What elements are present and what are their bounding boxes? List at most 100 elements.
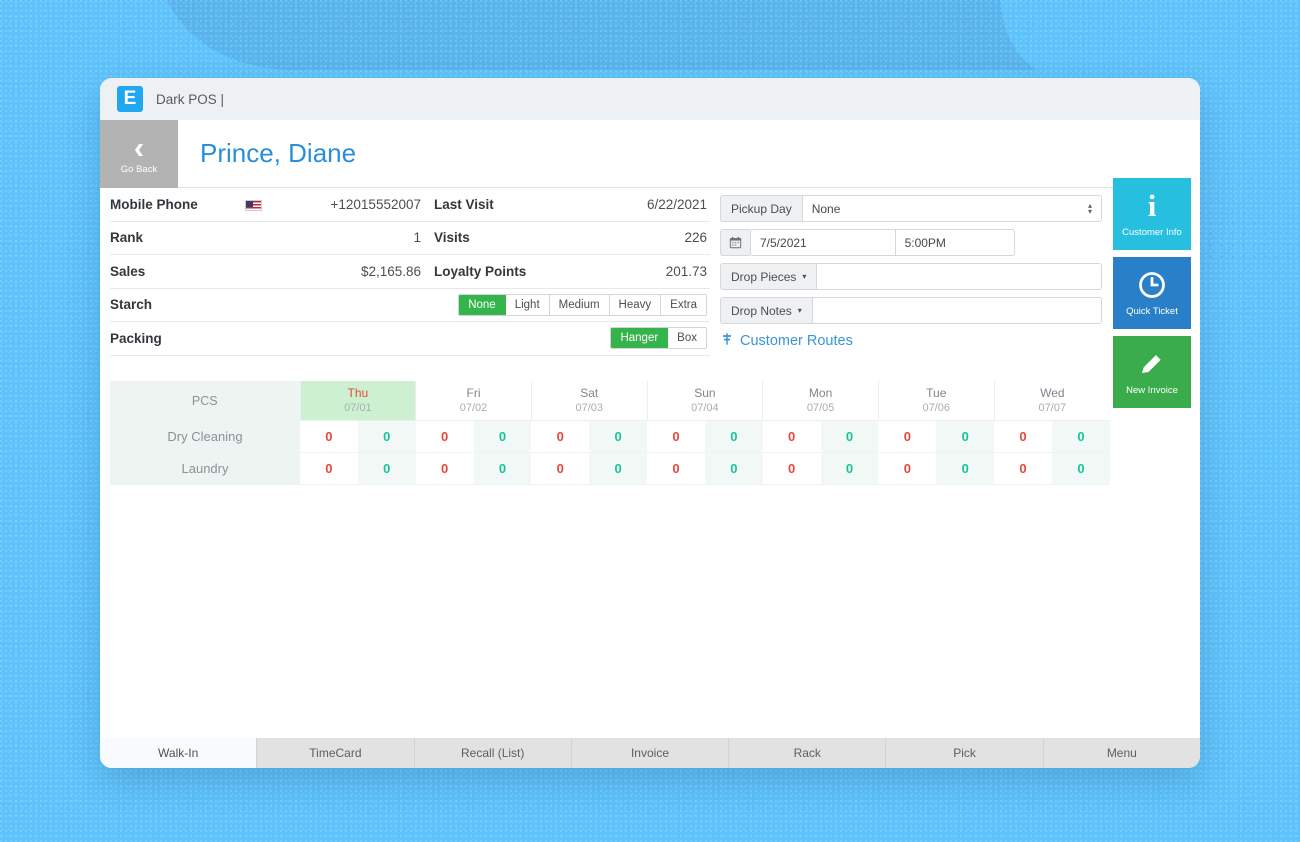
pickup-date-input[interactable]: 7/5/2021 — [750, 229, 895, 256]
laundry-sun-green[interactable]: 0 — [705, 453, 763, 485]
pcs-day-thu-dow: Thu — [301, 385, 416, 401]
starch-option-heavy[interactable]: Heavy — [610, 295, 662, 315]
dry-cleaning-tue-red[interactable]: 0 — [878, 421, 936, 453]
pcs-day-mon[interactable]: Mon 07/05 — [763, 381, 879, 421]
pcs-day-fri-dow: Fri — [416, 385, 531, 401]
drop-notes-dropdown[interactable]: Drop Notes ▾ — [720, 297, 812, 324]
laundry-wed-red[interactable]: 0 — [994, 453, 1052, 485]
clock-icon — [1137, 269, 1167, 301]
drop-pieces-input[interactable] — [816, 263, 1102, 290]
dry-cleaning-thu-red[interactable]: 0 — [300, 421, 358, 453]
packing-segmented-control: Hanger Box — [610, 327, 707, 349]
quick-ticket-button[interactable]: Quick Ticket — [1113, 257, 1191, 329]
label-packing: Packing — [110, 331, 240, 346]
pcs-day-tue-date: 07/06 — [879, 401, 994, 416]
dry-cleaning-wed-green[interactable]: 0 — [1052, 421, 1110, 453]
pcs-header-row: PCS Thu 07/01 Fri 07/02 Sat 07/03 Sun — [110, 381, 1110, 421]
starch-option-medium[interactable]: Medium — [550, 295, 610, 315]
customer-routes-label: Customer Routes — [740, 333, 853, 349]
action-rail: i Customer Info Quick Ticket — [1113, 178, 1191, 408]
value-last-visit: 6/22/2021 — [552, 197, 710, 212]
go-back-button[interactable]: ‹ Go Back — [100, 120, 178, 188]
new-invoice-button[interactable]: New Invoice — [1113, 336, 1191, 408]
pcs-day-sun[interactable]: Sun 07/04 — [647, 381, 763, 421]
laundry-tue-green[interactable]: 0 — [936, 453, 994, 485]
pickup-time-input[interactable]: 5:00PM — [895, 229, 1015, 256]
pcs-day-sat-dow: Sat — [532, 385, 647, 401]
dry-cleaning-fri-red[interactable]: 0 — [416, 421, 474, 453]
tab-timecard[interactable]: TimeCard — [257, 738, 414, 768]
laundry-thu-red[interactable]: 0 — [300, 453, 358, 485]
info-icon: i — [1148, 190, 1157, 222]
laundry-fri-red[interactable]: 0 — [416, 453, 474, 485]
new-invoice-label: New Invoice — [1126, 385, 1178, 396]
laundry-mon-green[interactable]: 0 — [821, 453, 879, 485]
laundry-sat-green[interactable]: 0 — [589, 453, 647, 485]
dry-cleaning-wed-red[interactable]: 0 — [994, 421, 1052, 453]
dry-cleaning-sun-green[interactable]: 0 — [705, 421, 763, 453]
table-row: Laundry 0 0 0 0 0 0 0 0 0 0 0 0 0 0 — [110, 453, 1110, 485]
dry-cleaning-tue-green[interactable]: 0 — [936, 421, 994, 453]
tab-invoice[interactable]: Invoice — [572, 738, 729, 768]
drop-notes-label: Drop Notes — [731, 304, 792, 318]
laundry-sat-red[interactable]: 0 — [531, 453, 589, 485]
pcs-day-sat[interactable]: Sat 07/03 — [531, 381, 647, 421]
pcs-row-label-laundry: Laundry — [110, 453, 300, 485]
drop-form: Pickup Day None ▴ ▾ — [710, 188, 1102, 356]
customer-routes-link[interactable]: Customer Routes — [720, 332, 1102, 349]
pcs-day-wed-date: 07/07 — [995, 401, 1110, 416]
go-back-label: Go Back — [121, 164, 157, 175]
pickup-day-value: None — [812, 202, 841, 216]
bottom-tab-bar: Walk-In TimeCard Recall (List) Invoice R… — [100, 738, 1200, 768]
dry-cleaning-sat-green[interactable]: 0 — [589, 421, 647, 453]
dry-cleaning-mon-red[interactable]: 0 — [763, 421, 821, 453]
laundry-sun-red[interactable]: 0 — [647, 453, 705, 485]
starch-option-extra[interactable]: Extra — [661, 295, 706, 315]
page-background: E Dark POS | i Customer Info — [0, 0, 1300, 842]
dry-cleaning-sat-red[interactable]: 0 — [531, 421, 589, 453]
drop-notes-input[interactable] — [812, 297, 1102, 324]
laundry-fri-green[interactable]: 0 — [474, 453, 532, 485]
value-visits: 226 — [552, 230, 710, 245]
customer-info-button[interactable]: i Customer Info — [1113, 178, 1191, 250]
drop-pieces-label: Drop Pieces — [731, 270, 796, 284]
content-area: Mobile Phone +12015552007 Last Visit 6/2… — [100, 188, 1200, 356]
pcs-day-tue[interactable]: Tue 07/06 — [878, 381, 994, 421]
customer-info-label: Customer Info — [1122, 227, 1182, 238]
drop-pieces-dropdown[interactable]: Drop Pieces ▾ — [720, 263, 816, 290]
value-mobile-phone: +12015552007 — [266, 197, 432, 212]
pcs-day-sat-date: 07/03 — [532, 401, 647, 416]
pcs-day-fri[interactable]: Fri 07/02 — [416, 381, 532, 421]
label-mobile-phone: Mobile Phone — [110, 197, 240, 212]
starch-option-none[interactable]: None — [459, 295, 506, 315]
chevron-down-icon: ▾ — [802, 272, 806, 281]
tab-rack[interactable]: Rack — [729, 738, 886, 768]
dry-cleaning-thu-green[interactable]: 0 — [358, 421, 416, 453]
packing-option-hanger[interactable]: Hanger — [611, 328, 668, 348]
app-title: Dark POS | — [156, 92, 224, 107]
pcs-day-thu[interactable]: Thu 07/01 — [300, 381, 416, 421]
pickup-day-select[interactable]: None ▴ ▾ — [802, 195, 1102, 222]
tab-pick[interactable]: Pick — [886, 738, 1043, 768]
dry-cleaning-sun-red[interactable]: 0 — [647, 421, 705, 453]
starch-option-light[interactable]: Light — [506, 295, 550, 315]
app-window: E Dark POS | i Customer Info — [100, 78, 1200, 768]
value-sales: $2,165.86 — [266, 264, 432, 279]
customer-info-table: Mobile Phone +12015552007 Last Visit 6/2… — [110, 188, 710, 356]
table-row-mobile-phone: Mobile Phone +12015552007 Last Visit 6/2… — [110, 188, 710, 222]
dry-cleaning-mon-green[interactable]: 0 — [821, 421, 879, 453]
packing-option-box[interactable]: Box — [668, 328, 706, 348]
pcs-day-wed[interactable]: Wed 07/07 — [994, 381, 1110, 421]
laundry-tue-red[interactable]: 0 — [878, 453, 936, 485]
pickup-day-label: Pickup Day — [720, 195, 802, 222]
tab-walk-in[interactable]: Walk-In — [100, 738, 257, 768]
chevron-down-icon: ▾ — [798, 306, 802, 315]
laundry-wed-green[interactable]: 0 — [1052, 453, 1110, 485]
laundry-mon-red[interactable]: 0 — [763, 453, 821, 485]
dry-cleaning-fri-green[interactable]: 0 — [474, 421, 532, 453]
tab-menu[interactable]: Menu — [1044, 738, 1200, 768]
calendar-icon[interactable] — [720, 229, 750, 256]
tab-recall-list[interactable]: Recall (List) — [415, 738, 572, 768]
label-loyalty-points: Loyalty Points — [432, 264, 552, 279]
laundry-thu-green[interactable]: 0 — [358, 453, 416, 485]
